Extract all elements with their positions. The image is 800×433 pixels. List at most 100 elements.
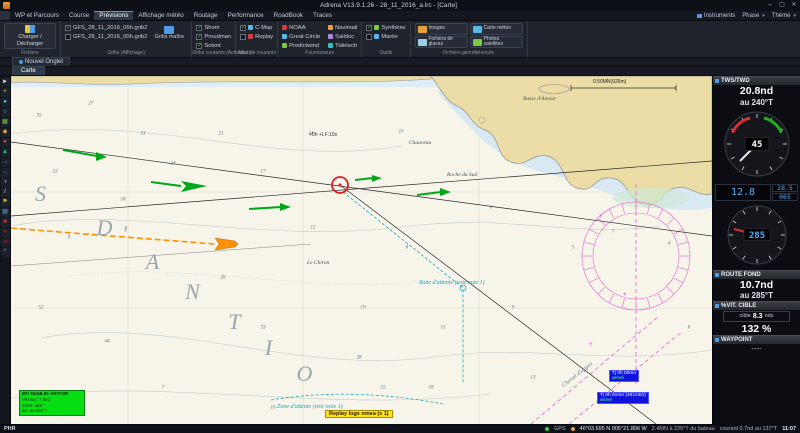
menu-tab-wp-et-parcours[interactable]: WP et Parcours — [10, 11, 64, 20]
grib-file-row[interactable]: ✓ GFS_28_11_2016_06h.grib2 — [65, 23, 147, 32]
c-map-icon — [248, 25, 254, 30]
settings-icon[interactable]: * — [0, 248, 10, 257]
provider-great-circle[interactable]: Great Circle — [282, 32, 320, 41]
ais-vessel-info-box[interactable]: MV DUNLIN ARROW Vit moy: 7.9nd COG: 262° a… — [19, 390, 85, 416]
waypoint-icon[interactable]: ● — [0, 138, 10, 147]
grib-icon[interactable]: ▤ — [0, 208, 10, 217]
zoom-out-icon[interactable]: ○ — [0, 108, 10, 117]
route-icon[interactable]: ◆ — [0, 128, 10, 137]
outil-item-mar-e[interactable]: Marée — [366, 32, 405, 41]
courant-item-solent[interactable]: ✓ Solent — [196, 41, 231, 50]
menu-tab-course[interactable]: Course — [64, 11, 94, 20]
load-unload-button[interactable]: Charger / Décharger — [4, 23, 56, 49]
atlas-checkbox-c-map[interactable]: ✓ — [240, 24, 247, 31]
close-button[interactable]: ✕ — [788, 0, 800, 11]
intertidal-flat — [613, 188, 689, 208]
georef-label: Images — [428, 25, 445, 32]
tide-icon[interactable]: ◑ — [0, 178, 10, 187]
atlas-item-c-map[interactable]: ✓ C-Map — [240, 23, 273, 32]
load-unload-label: Charger / Décharger — [16, 34, 44, 47]
replay-icon[interactable]: ◄ — [0, 238, 10, 247]
noaa-icon — [282, 25, 288, 30]
courant-item-proudman[interactable]: ✓ Proudman — [196, 32, 231, 41]
group-label-outils: Outils — [379, 50, 393, 56]
route-panel-header[interactable]: ROUTE FOND — [713, 269, 800, 279]
cog-value: au 285°T — [740, 291, 773, 301]
instruments-toggle[interactable]: Instruments — [696, 13, 735, 19]
maximize-button[interactable]: ▢ — [776, 0, 788, 11]
tws-panel-header[interactable]: TWS/TWD — [713, 76, 800, 85]
atlas-item-replay[interactable]: Replay — [240, 32, 273, 41]
grib-file-name: GFS_28_11_2016_00h.grib2 — [73, 33, 148, 40]
islet-rock — [478, 116, 486, 124]
doc-subtab-carte[interactable]: Carte — [12, 66, 45, 75]
ribbon-group-outils: ✓ Synthèse Marée Outils — [362, 21, 411, 57]
target-speed-panel-header[interactable]: %VIT. CIBLE — [713, 300, 800, 310]
menu-tab-performance[interactable]: Performance — [223, 11, 269, 20]
current-icon[interactable]: → — [0, 168, 10, 177]
window-title: Adrena V13.9.1.26 - 28_11_2016_a.lrc - [… — [320, 2, 457, 9]
menu-tab-routage[interactable]: Routage — [189, 11, 223, 20]
select-cursor-icon[interactable]: ► — [0, 78, 10, 87]
provider-tidetech[interactable]: Tidetech — [328, 41, 357, 50]
courant-checkbox-proudman[interactable]: ✓ — [196, 33, 203, 40]
theme-menu[interactable]: Thème — [772, 13, 796, 19]
courant-label: Solent — [204, 42, 221, 49]
phase-label: Phase — [742, 12, 760, 19]
selected-target-dot — [338, 183, 342, 187]
provider-predictwind[interactable]: Predictwind — [282, 41, 320, 50]
group-label-atlas: Atlas de courants — [237, 50, 276, 56]
grib-file-checkbox[interactable] — [65, 33, 71, 40]
phase-menu[interactable]: Phase — [742, 13, 765, 19]
menu-tab-roadbook[interactable]: RoadBook — [269, 11, 308, 20]
menu-tab-affichage-m-t-o[interactable]: Affichage météo — [133, 11, 188, 20]
cursor-position: 46°03.695 N 005°21.806 W — [579, 426, 647, 432]
minimize-button[interactable]: – — [764, 0, 776, 11]
outil-item-synth-se[interactable]: ✓ Synthèse — [366, 23, 406, 32]
ribbon-group-gribs-courants: ✓ Shom ✓ Proudman ✓ Solent Gribs courants (Ac… — [192, 21, 251, 57]
georef-fichiers-de-glaces[interactable]: Fichiers de glaces — [414, 36, 468, 48]
gribs-maitre-button[interactable]: Gribs maître — [151, 23, 187, 41]
grib-file-checkbox[interactable]: ✓ — [65, 24, 71, 31]
boat-icon[interactable]: ▲ — [0, 148, 10, 157]
provider-saildoc[interactable]: Saildoc — [328, 32, 357, 41]
images-icon — [417, 25, 427, 33]
grib-file-row[interactable]: GFS_28_11_2016_00h.grib2 — [65, 32, 147, 41]
chart-layers-icon[interactable]: ▦ — [0, 118, 10, 127]
pin-icon — [715, 272, 719, 277]
courant-checkbox-solent[interactable]: ✓ — [196, 42, 203, 49]
georef-images[interactable]: Images — [414, 23, 468, 35]
waypoint-panel-header[interactable]: WAYPOINT — [713, 335, 800, 345]
provider-navimail[interactable]: Navimail — [328, 23, 357, 32]
georef-carte-m-t-o[interactable]: Carte météo — [469, 23, 523, 35]
cible-value: 8.3 — [752, 312, 763, 320]
doc-tab-nouvel-onglet[interactable]: Nouvel Onglet — [12, 57, 71, 66]
provider-noaa[interactable]: NOAA — [282, 23, 320, 32]
outil-checkbox-synth-se[interactable]: ✓ — [366, 24, 373, 31]
record-icon[interactable]: ● — [0, 228, 10, 237]
ribbon-group-fournisseurs: NOAA Great Circle Predictwind Navimail Saild… — [278, 21, 363, 57]
menu-tab-traces[interactable]: Traces — [308, 11, 337, 20]
group-label-fichiers: Fichiers — [21, 50, 39, 56]
waypoint-value: ---- — [751, 344, 762, 354]
alarm-icon[interactable]: ■ — [0, 218, 10, 227]
pan-hand-icon[interactable]: + — [0, 88, 10, 97]
zoom-in-icon[interactable]: ● — [0, 98, 10, 107]
flag-icon[interactable]: ⚑ — [0, 198, 10, 207]
georef-photos-satellites[interactable]: Photos satellites — [469, 36, 523, 48]
nautical-chart[interactable] — [11, 76, 712, 424]
chart-area[interactable]: 35 27 31 23 18 24 9 52 44 7 21 17 26 33 14 12 19 11 8 15 6 9 1… — [11, 76, 712, 424]
navimail-icon — [328, 25, 334, 30]
courant-checkbox-shom[interactable]: ✓ — [196, 24, 203, 31]
courant-item-shom[interactable]: ✓ Shom — [196, 23, 231, 32]
menu-bar: WP et Parcours Course Prévisions Affichage … — [0, 11, 800, 21]
measure-icon[interactable]: / — [0, 188, 10, 197]
app-menu-button[interactable] — [0, 11, 10, 20]
provider-label: Navimail — [335, 24, 358, 31]
outil-checkbox-mar-e[interactable] — [366, 33, 373, 40]
menu-tab-pr-visions[interactable]: Prévisions — [94, 11, 134, 20]
group-label-gribs-affichage: Gribs (Affichage) — [107, 50, 145, 56]
atlas-checkbox-replay[interactable] — [240, 33, 247, 40]
wind-arrow-icon[interactable]: → — [0, 158, 10, 167]
predictwind-icon — [282, 43, 288, 48]
